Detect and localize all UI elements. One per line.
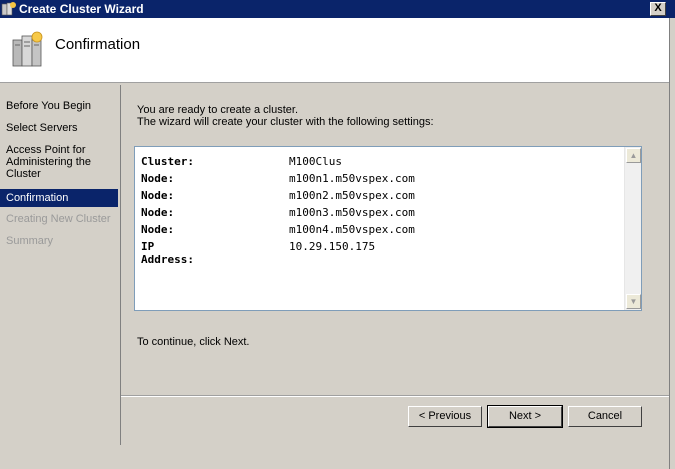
next-button[interactable]: Next > bbox=[487, 405, 563, 428]
setting-value: m100n4.m50vspex.com bbox=[289, 223, 415, 236]
triangle-up-icon: ▲ bbox=[629, 151, 638, 160]
window-right-edge bbox=[669, 18, 675, 469]
triangle-down-icon: ▼ bbox=[629, 297, 638, 306]
footer-divider bbox=[121, 395, 669, 396]
nav-item-creating-new-cluster: Creating New Cluster bbox=[6, 213, 111, 225]
title-bar: Create Cluster Wizard X bbox=[0, 0, 675, 18]
vertical-scrollbar[interactable]: ▲ ▼ bbox=[624, 147, 641, 310]
nav-item-summary: Summary bbox=[6, 235, 54, 247]
setting-key: Cluster: bbox=[141, 155, 194, 168]
setting-value: M100Clus bbox=[289, 155, 342, 168]
setting-value: m100n1.m50vspex.com bbox=[289, 172, 415, 185]
setting-value: m100n2.m50vspex.com bbox=[289, 189, 415, 202]
page-title: Confirmation bbox=[55, 36, 141, 53]
previous-button[interactable]: < Previous bbox=[408, 406, 482, 427]
nav-item-before-you-begin[interactable]: Before You Begin bbox=[0, 100, 118, 112]
intro-line-2: The wizard will create your cluster with… bbox=[137, 116, 434, 128]
close-icon: X bbox=[654, 2, 662, 14]
setting-key: Node: bbox=[141, 223, 175, 236]
setting-key: Node: bbox=[141, 189, 175, 202]
continue-instruction: To continue, click Next. bbox=[137, 336, 250, 348]
nav-item-select-servers[interactable]: Select Servers bbox=[0, 122, 118, 134]
setting-key: Node: bbox=[141, 172, 175, 185]
setting-value: m100n3.m50vspex.com bbox=[289, 206, 415, 219]
wizard-steps-nav: Before You Begin Select Servers Access P… bbox=[0, 85, 120, 445]
intro-text: You are ready to create a cluster. The w… bbox=[137, 104, 434, 128]
scroll-down-button[interactable]: ▼ bbox=[626, 294, 641, 309]
wizard-window: Create Cluster Wizard X Confirmation Bef… bbox=[0, 0, 675, 469]
window-title: Create Cluster Wizard bbox=[19, 2, 144, 16]
setting-value: 10.29.150.175 bbox=[289, 240, 376, 253]
cluster-wizard-icon bbox=[1, 1, 17, 17]
close-button[interactable]: X bbox=[650, 2, 666, 16]
settings-summary-box[interactable]: Cluster: M100Clus Node: m100n1.m50vspex.… bbox=[134, 146, 642, 311]
servers-icon bbox=[11, 30, 47, 70]
cancel-button[interactable]: Cancel bbox=[568, 406, 642, 427]
nav-item-confirmation[interactable]: Confirmation bbox=[0, 189, 118, 207]
setting-key: Node: bbox=[141, 206, 175, 219]
main-content: You are ready to create a cluster. The w… bbox=[121, 85, 669, 445]
nav-item-access-point[interactable]: Access Point for Administering the Clust… bbox=[0, 144, 118, 180]
wizard-header: Confirmation bbox=[0, 18, 669, 83]
intro-line-1: You are ready to create a cluster. bbox=[137, 104, 299, 116]
setting-key: IP Address: bbox=[141, 240, 194, 266]
scroll-up-button[interactable]: ▲ bbox=[626, 148, 641, 163]
